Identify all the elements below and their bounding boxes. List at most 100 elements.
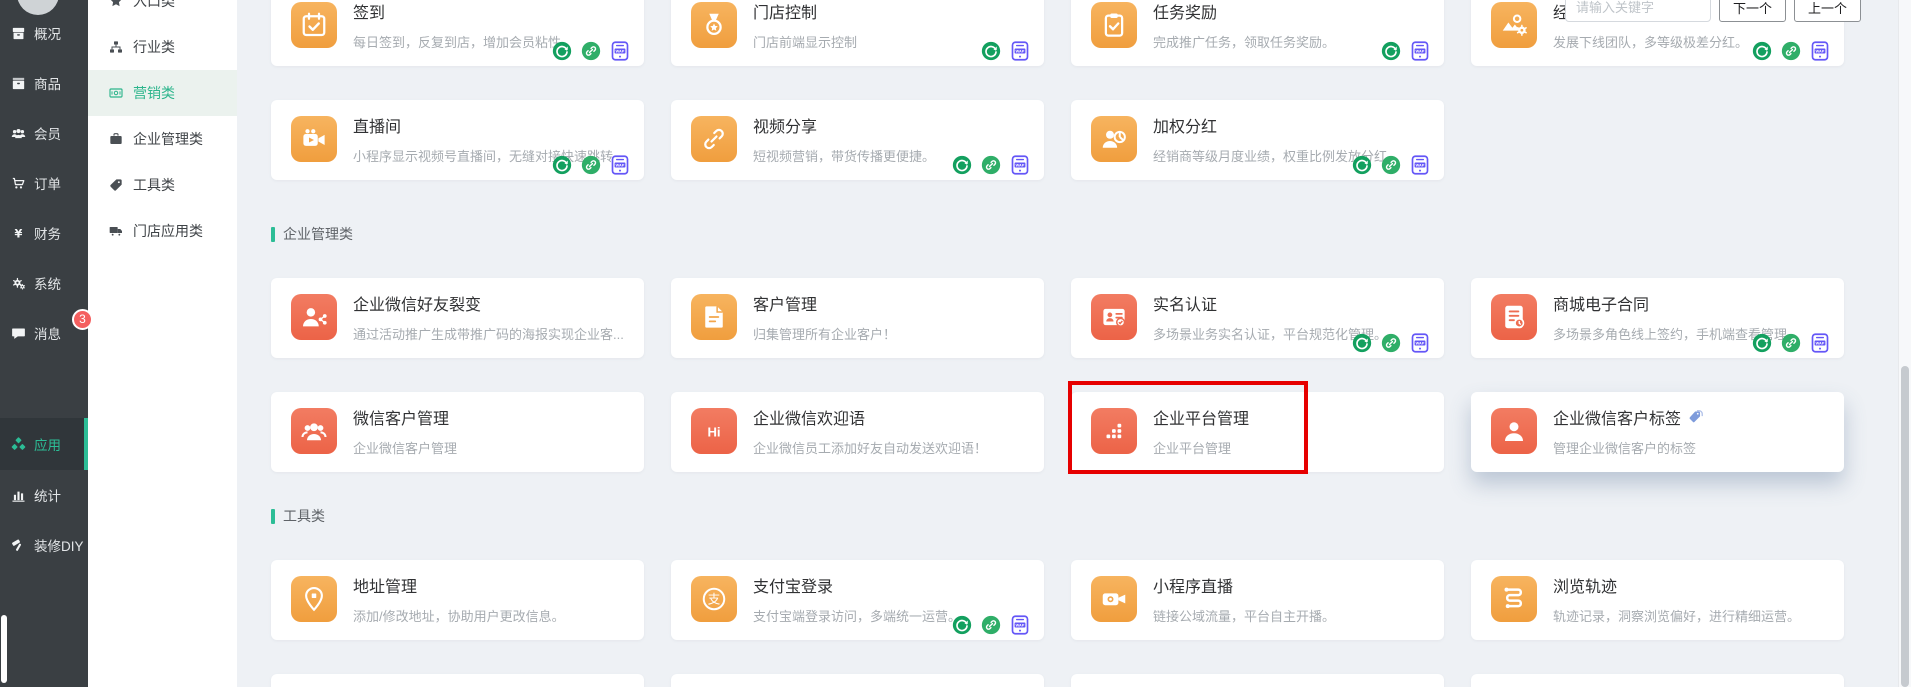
wap-icon[interactable]: WAP	[1410, 333, 1430, 353]
h5-link-icon[interactable]	[1781, 41, 1801, 61]
page-scrollbar[interactable]	[1898, 0, 1911, 687]
sidebar-item-diy[interactable]: 装修DIY	[0, 520, 88, 570]
sidebar-item-label: 系统	[34, 273, 61, 293]
user-silhouette-icon	[1491, 408, 1537, 454]
app-card[interactable]: 装修DIY	[1071, 674, 1444, 687]
app-card[interactable]: 实名认证 多场景业务实名认证，平台规范化管理。 WAP	[1071, 278, 1444, 358]
miniprogram-icon[interactable]	[1752, 333, 1772, 353]
document-icon	[691, 294, 737, 340]
platform-badges: WAP	[552, 41, 630, 61]
sidebar-item-overview[interactable]: 概况	[0, 8, 88, 58]
app-card[interactable]: 企业微信客户标签 管理企业微信客户的标签	[1471, 392, 1844, 472]
miniprogram-icon[interactable]	[1352, 155, 1372, 175]
route-icon	[1491, 576, 1537, 622]
svg-text:WAP: WAP	[1416, 164, 1425, 168]
wap-icon[interactable]: WAP	[1410, 155, 1430, 175]
sidebar-item-label: 统计	[34, 485, 61, 505]
miniprogram-icon[interactable]	[1752, 41, 1772, 61]
miniprogram-icon[interactable]	[552, 41, 572, 61]
app-card[interactable]: 视频分享 短视频营销，带货传播更便捷。 WAP	[671, 100, 1044, 180]
wap-icon[interactable]: WAP	[1010, 41, 1030, 61]
find-next-button[interactable]: 下一个	[1719, 0, 1786, 22]
app-card[interactable]: 小程序直播 链接公域流量，平台自主开播。	[1071, 560, 1444, 640]
h5-link-icon[interactable]	[581, 155, 601, 175]
app-card[interactable]: 门店控制 门店前端显示控制 WAP	[671, 0, 1044, 66]
miniprogram-icon[interactable]	[1352, 333, 1372, 353]
app-card[interactable]: 微信客户管理 企业微信客户管理	[271, 392, 644, 472]
category-item-tools[interactable]: 工具类	[88, 162, 237, 208]
category-item-store[interactable]: 门店应用类	[88, 208, 237, 254]
app-card[interactable]: Hi 企业微信欢迎语 企业微信员工添加好友自动发送欢迎语！	[671, 392, 1044, 472]
h5-link-icon[interactable]	[1381, 333, 1401, 353]
app-card[interactable]: 直播间 小程序显示视频号直播间，无缝对接快速跳转。 WAP	[271, 100, 644, 180]
sidebar-item-finance[interactable]: ¥ 财务	[0, 208, 88, 258]
h5-link-icon[interactable]	[581, 41, 601, 61]
platform-badges: WAP	[1352, 333, 1430, 353]
section-enterprise: 企业管理类 企业微信好友裂变 通过活动推广生成带推广码的海报实现企业客... 客…	[271, 224, 1844, 472]
app-card-title: 签到	[353, 0, 385, 23]
wap-icon[interactable]: WAP	[610, 155, 630, 175]
h5-link-icon[interactable]	[981, 615, 1001, 635]
miniprogram-icon[interactable]	[1381, 41, 1401, 61]
app-card[interactable]: 加权分红 经销商等级月度业绩，权重比例发放分红。 WAP	[1071, 100, 1444, 180]
sidebar-item-system[interactable]: 系统	[0, 258, 88, 308]
sidebar-item-messages[interactable]: 消息 3	[0, 308, 88, 358]
wap-icon[interactable]: WAP	[610, 41, 630, 61]
wap-icon[interactable]: WAP	[1810, 333, 1830, 353]
app-card[interactable]: 客服设置	[671, 674, 1044, 687]
app-card[interactable]: 企业平台管理 企业平台管理	[1071, 392, 1444, 472]
app-card[interactable]: 自定义表单	[1471, 674, 1844, 687]
wap-icon[interactable]: WAP	[1810, 41, 1830, 61]
app-card[interactable]: 客户管理 归集管理所有企业客户！	[671, 278, 1044, 358]
h5-link-icon[interactable]	[981, 155, 1001, 175]
sidebar-item-label: 会员	[34, 123, 61, 143]
miniprogram-icon[interactable]	[981, 41, 1001, 61]
app-card-desc: 归集管理所有企业客户！	[753, 324, 1032, 343]
app-card[interactable]: 地址管理 添加/修改地址，协助用户更改信息。	[271, 560, 644, 640]
svg-text:WAP: WAP	[1416, 342, 1425, 346]
miniprogram-icon[interactable]	[952, 155, 972, 175]
find-prev-button[interactable]: 上一个	[1794, 0, 1861, 22]
sidebar-scrollbar-thumb[interactable]	[1, 615, 7, 683]
find-bar: 下一个 上一个	[1565, 0, 1861, 22]
app-card[interactable]: 签到 每日签到，反复到店，增加会员粘性。 WAP	[271, 0, 644, 66]
tags-icon	[1687, 409, 1704, 426]
miniprogram-icon[interactable]	[552, 155, 572, 175]
h5-link-icon[interactable]	[1381, 155, 1401, 175]
app-card-title: 地址管理	[353, 573, 417, 597]
app-card[interactable]: 浏览轨迹 轨迹记录，洞察浏览偏好，进行精细运营。	[1471, 560, 1844, 640]
app-card-title: 客户管理	[753, 291, 817, 315]
app-card[interactable]: ¥ 汇聚支付	[271, 674, 644, 687]
wap-icon[interactable]: WAP	[1010, 155, 1030, 175]
sidebar-item-orders[interactable]: 订单	[0, 158, 88, 208]
app-card[interactable]: 任务奖励 完成推广任务，领取任务奖励。 WAP	[1071, 0, 1444, 66]
main-nav: 概况 商品 会员 订单 ¥ 财务 系统	[0, 0, 88, 570]
sidebar-item-stats[interactable]: 统计	[0, 470, 88, 520]
category-label: 营销类	[133, 83, 175, 103]
category-item-marketing[interactable]: 营销类	[88, 70, 237, 116]
app-card-title: 加权分红	[1153, 113, 1217, 137]
find-input[interactable]	[1565, 0, 1711, 22]
sidebar-item-goods[interactable]: 商品	[0, 58, 88, 108]
category-item-enterprise[interactable]: 企业管理类	[88, 116, 237, 162]
platform-chart-icon	[1091, 408, 1137, 454]
app-card[interactable]: 支 支付宝登录 支付宝端登录访问，多端统一运营。 WAP	[671, 560, 1044, 640]
sidebar-item-apps[interactable]: 应用	[0, 418, 88, 470]
system-icon	[10, 275, 27, 292]
app-card[interactable]: 商城电子合同 多场景多角色线上签约，手机端查看管理。 WAP	[1471, 278, 1844, 358]
wap-icon[interactable]: WAP	[1010, 615, 1030, 635]
alipay-icon: 支	[691, 576, 737, 622]
category-item-entry[interactable]: 入口类	[88, 0, 237, 24]
app-card[interactable]: 企业微信好友裂变 通过活动推广生成带推广码的海报实现企业客...	[271, 278, 644, 358]
sidebar-item-members[interactable]: 会员	[0, 108, 88, 158]
page-scrollbar-thumb[interactable]	[1901, 366, 1909, 687]
app-card-desc: 链接公域流量，平台自主开播。	[1153, 606, 1432, 625]
h5-link-icon[interactable]	[1781, 333, 1801, 353]
tools-grid: 地址管理 添加/修改地址，协助用户更改信息。 支 支付宝登录 支付宝端登录访问，…	[271, 560, 1844, 687]
miniprogram-icon[interactable]	[952, 615, 972, 635]
category-item-industry[interactable]: 行业类	[88, 24, 237, 70]
category-label: 企业管理类	[133, 129, 203, 149]
wap-icon[interactable]: WAP	[1410, 41, 1430, 61]
svg-text:WAP: WAP	[1016, 624, 1025, 628]
enterprise-grid: 企业微信好友裂变 通过活动推广生成带推广码的海报实现企业客... 客户管理 归集…	[271, 278, 1844, 472]
